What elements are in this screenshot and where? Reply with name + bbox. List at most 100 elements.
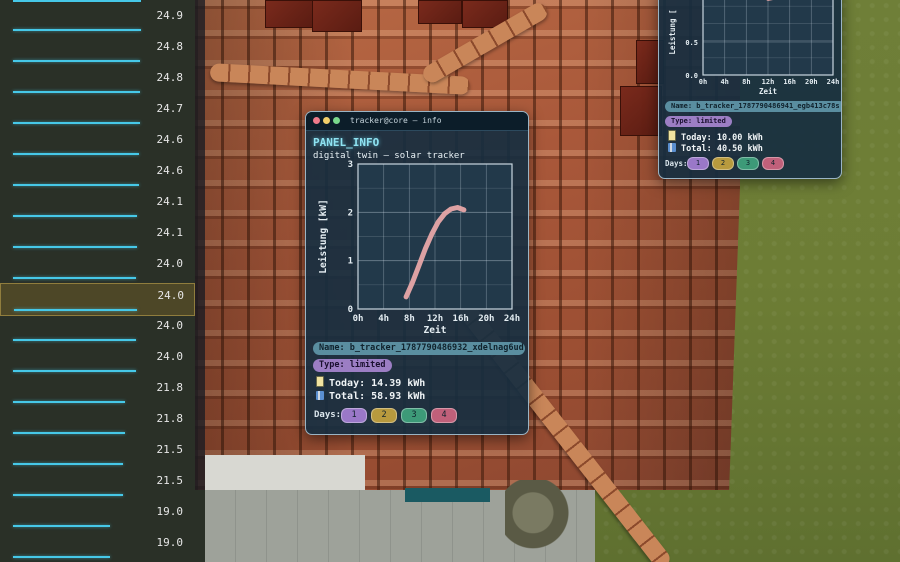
tracker-list-row[interactable]: 21.8 xyxy=(0,376,193,407)
bar-chart-icon xyxy=(316,391,324,400)
tracker-list-row[interactable]: 19.0 xyxy=(0,531,193,562)
tracker-value-bar xyxy=(13,432,125,434)
bar-chart-icon xyxy=(668,143,676,152)
tracker-list-row[interactable]: 21.8 xyxy=(0,407,193,438)
x-tick-label: 12h xyxy=(762,78,775,86)
tracker-list-row[interactable]: 24.0 xyxy=(0,252,193,283)
tracker-list-row[interactable]: 24.1 xyxy=(0,190,193,221)
solar-panel-6[interactable] xyxy=(620,86,662,136)
tracker-list-row[interactable]: 24.9 xyxy=(0,4,193,35)
day-4-button[interactable]: 4 xyxy=(431,408,457,423)
today-energy-text: Today: 14.39 kWh xyxy=(329,378,426,389)
tracker-value: 24.6 xyxy=(156,164,184,177)
x-tick-label: 4h xyxy=(378,314,389,324)
x-tick-label: 24h xyxy=(504,314,520,324)
day-2-button[interactable]: 2 xyxy=(371,408,397,423)
tracker-value-bar xyxy=(13,370,136,372)
day-3-button[interactable]: 3 xyxy=(401,408,427,423)
tracker-list-row[interactable]: 24.0 xyxy=(0,345,193,376)
tracker-list-row[interactable]: 24.1 xyxy=(0,221,193,252)
x-tick-label: 16h xyxy=(783,78,796,86)
day-4-button-2[interactable]: 4 xyxy=(762,157,784,170)
y-tick-label: 0.5 xyxy=(685,39,698,47)
tracker-value-bar xyxy=(13,246,137,248)
tracker-value-bar xyxy=(13,494,123,496)
tracker-value-bar xyxy=(14,309,137,311)
y-tick-label: 3 xyxy=(348,160,353,170)
power-chart-2: 0h 4h 8h 12h 16h 20h 24h 0.0 0.5 Zeit Leistung [ xyxy=(668,0,839,96)
tracker-value-bar xyxy=(13,0,141,2)
tracker-list-row[interactable]: 19.0 xyxy=(0,500,193,531)
y-tick-label: 0.0 xyxy=(685,72,698,80)
tracker-value: 21.5 xyxy=(156,443,184,456)
day-1-button-2[interactable]: 1 xyxy=(687,157,709,170)
tracker-list-sidebar[interactable]: 24.9 24.8 24.8 24.7 24.6 24.6 24.1 24.1 24.0 24.0… xyxy=(0,0,205,562)
battery-icon xyxy=(668,130,676,141)
tracker-value: 21.5 xyxy=(156,474,184,487)
tracker-list-row[interactable]: 24.7 xyxy=(0,97,193,128)
x-tick-label: 4h xyxy=(720,78,728,86)
tracker-list-row[interactable]: 24.8 xyxy=(0,35,193,66)
tracker-value-bar xyxy=(13,29,141,31)
tracker-value: 24.8 xyxy=(156,40,184,53)
solar-panel-3[interactable] xyxy=(418,0,462,24)
window-titlebar[interactable]: tracker@core — info xyxy=(306,112,528,131)
tracker-value: 19.0 xyxy=(156,505,184,518)
x-tick-label: 8h xyxy=(742,78,750,86)
total-energy-2: Total: 40.50 kWh xyxy=(668,143,763,154)
tracker-list-row[interactable]: 24.6 xyxy=(0,128,193,159)
day-2-button-2[interactable]: 2 xyxy=(712,157,734,170)
y-tick-label: 0 xyxy=(348,305,353,315)
tracker-list-row[interactable]: 24.0 xyxy=(0,314,193,345)
close-icon[interactable] xyxy=(313,117,320,124)
x-axis-label: Zeit xyxy=(759,87,777,96)
tracker-name-label-2: Name: b_tracker_1787790486941_egb413c78s xyxy=(665,101,841,112)
tracker-value: 24.0 xyxy=(156,350,184,363)
tracker-value: 21.8 xyxy=(156,381,184,394)
tracker-value: 24.7 xyxy=(156,102,184,115)
minimize-icon[interactable] xyxy=(323,117,330,124)
x-tick-label: 0h xyxy=(699,78,707,86)
today-energy: Today: 14.39 kWh xyxy=(316,376,425,389)
y-tick-label: 2 xyxy=(348,208,353,218)
total-energy-text-2: Total: 40.50 kWh xyxy=(681,144,763,154)
tracker-value: 24.0 xyxy=(156,257,184,270)
y-axis-label: Leistung [ xyxy=(668,9,677,54)
tracker-list-row[interactable]: 21.5 xyxy=(0,469,193,500)
tree xyxy=(505,480,575,562)
house-window xyxy=(405,488,490,502)
power-chart: 0h 4h 8h 12h 16h 20h 24h 0 1 2 3 Zeit Leistung [kW] xyxy=(318,160,520,336)
tracker-value-bar xyxy=(13,339,136,341)
x-tick-label: 20h xyxy=(478,314,494,324)
tracker-value: 24.8 xyxy=(156,71,184,84)
tracker-value-bar xyxy=(13,153,139,155)
tracker-value-bar xyxy=(13,277,136,279)
tracker-value: 24.9 xyxy=(156,9,184,22)
tracker-value-bar xyxy=(13,60,140,62)
days-label-2: Days: xyxy=(665,159,688,168)
day-1-button[interactable]: 1 xyxy=(341,408,367,423)
tracker-value: 24.1 xyxy=(156,195,184,208)
tracker-list-row[interactable]: 24.6 xyxy=(0,159,193,190)
solar-panel-1[interactable] xyxy=(265,0,313,28)
tracker-value-bar xyxy=(13,184,139,186)
tracker-type-badge-2: Type: limited xyxy=(665,116,732,127)
tracker-value-bar xyxy=(13,401,125,403)
tracker-list-row[interactable]: 24.8 xyxy=(0,66,193,97)
y-tick-label: 1 xyxy=(348,257,353,267)
panel-title: PANEL_INFO xyxy=(313,136,380,149)
maximize-icon[interactable] xyxy=(333,117,340,124)
total-energy: Total: 58.93 kWh xyxy=(316,391,425,402)
day-3-button-2[interactable]: 3 xyxy=(737,157,759,170)
tracker-value-bar xyxy=(13,463,123,465)
tracker-list-row[interactable]: 24.0 xyxy=(0,283,195,316)
tracker-value: 24.0 xyxy=(157,289,185,302)
tracker-value-bar xyxy=(13,215,137,217)
tracker-info-panel-2[interactable]: 0h 4h 8h 12h 16h 20h 24h 0.0 0.5 Zeit Leistung [ N… xyxy=(658,0,842,179)
tracker-info-panel[interactable]: tracker@core — info PANEL_INFO digital t… xyxy=(305,111,529,435)
solar-panel-2[interactable] xyxy=(312,0,362,32)
tracker-value: 24.6 xyxy=(156,133,184,146)
x-tick-label: 24h xyxy=(827,78,839,86)
tracker-list-row[interactable]: 21.5 xyxy=(0,438,193,469)
days-label: Days: xyxy=(314,410,342,420)
